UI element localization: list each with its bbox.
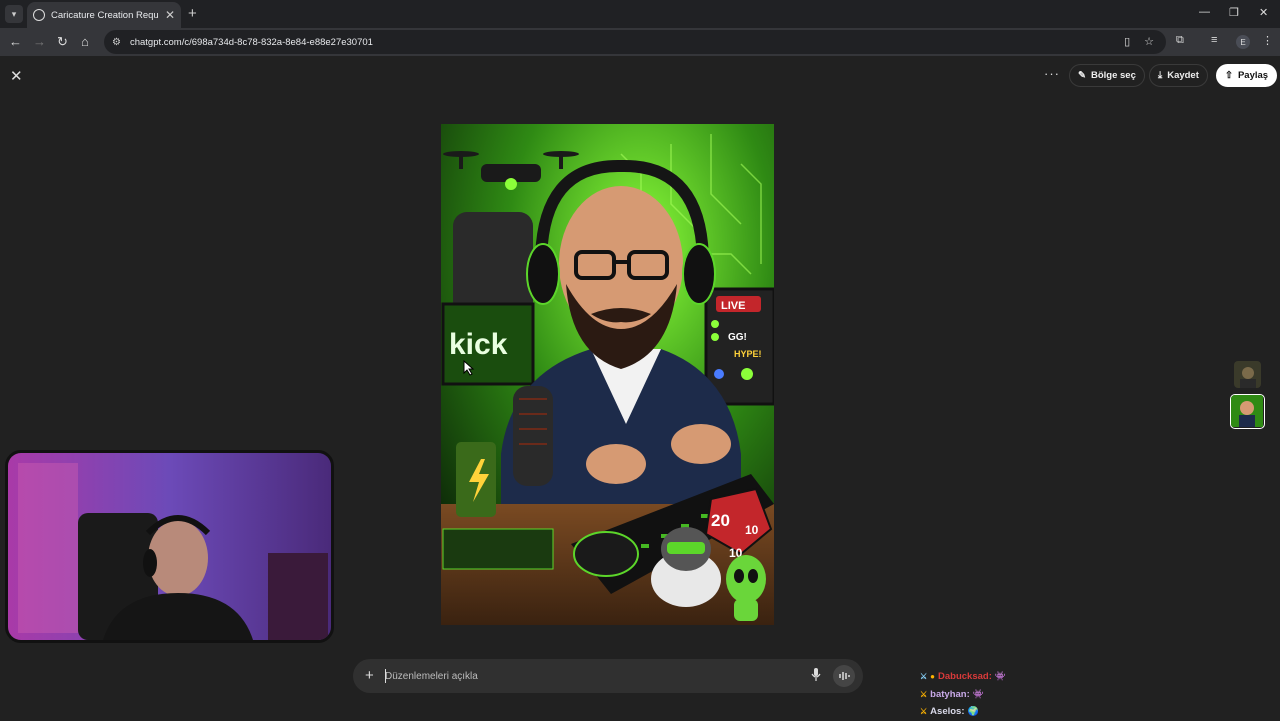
site-info-icon[interactable]: ⚙ [112, 37, 121, 48]
svg-text:GG!: GG! [728, 332, 747, 343]
tab-close-icon[interactable]: ✕ [165, 8, 175, 22]
voice-waveform-icon [839, 672, 850, 680]
add-attachment-icon[interactable]: + [365, 667, 374, 684]
svg-text:HYPE!: HYPE! [734, 349, 762, 359]
chat-username: batyhan: [930, 688, 970, 700]
svg-text:LIVE: LIVE [721, 300, 745, 312]
microphone-icon[interactable] [811, 668, 821, 687]
region-select-button[interactable]: ✎ Bölge seç [1069, 64, 1145, 87]
thumbnail-1-image [1234, 361, 1261, 388]
svg-text:20: 20 [711, 511, 730, 530]
save-button[interactable]: ⤓ Kaydet [1149, 64, 1208, 87]
brush-icon: ✎ [1078, 70, 1086, 81]
mouse-cursor-icon [463, 360, 475, 376]
thumbnail-2-active[interactable] [1230, 394, 1265, 429]
image-thumbnails [1230, 360, 1265, 434]
close-icon[interactable]: ✕ [10, 67, 23, 85]
emote-icon: 👾 [972, 688, 984, 699]
browser-tab[interactable]: Caricature Creation Request ✕ [27, 2, 181, 28]
generated-caricature-image: kick LIVE GG! HYPE! 20 10 10 [441, 124, 774, 625]
media-controls-icon[interactable]: ≡ [1211, 34, 1217, 46]
bookmark-star-icon[interactable]: ☆ [1144, 35, 1154, 48]
home-icon[interactable]: ⌂ [81, 34, 89, 49]
caricature-illustration: kick LIVE GG! HYPE! 20 10 10 [441, 124, 774, 625]
url-text: chatgpt.com/c/698a734d-8c78-832a-8e84-e8… [129, 36, 373, 48]
more-options-icon[interactable]: ··· [1044, 66, 1060, 81]
download-icon: ⤓ [1158, 70, 1163, 81]
extensions-icon[interactable]: ⧉ [1176, 34, 1184, 47]
emote-icon: 🌍 [967, 706, 979, 717]
reload-icon[interactable]: ↻ [57, 34, 68, 50]
svg-text:kick: kick [449, 328, 508, 361]
emote-icon: 👾 [994, 671, 1007, 682]
text-caret [385, 669, 386, 683]
chat-message: ⚔ batyhan: 👾 [920, 686, 1006, 704]
page-icon[interactable]: ▯ [1124, 35, 1130, 48]
sword-badge-icon: ⚔ [920, 672, 928, 682]
browser-toolbar: ← → ↻ ⌂ ⚙ chatgpt.com/c/698a734d-8c78-83… [0, 28, 1280, 56]
streamer-webcam-overlay [5, 450, 334, 643]
share-button[interactable]: ⇧ Paylaş [1216, 64, 1278, 87]
microphone-glyph [811, 668, 821, 681]
back-icon[interactable]: ← [9, 34, 22, 49]
chat-username: Aselos: [930, 706, 965, 718]
menu-kebab-icon[interactable]: ⋮ [1262, 34, 1273, 47]
tab-title: Caricature Creation Request [51, 9, 159, 21]
thumbnail-1[interactable] [1233, 360, 1262, 389]
webcam-feed-image [8, 453, 331, 640]
chat-message: ⚔ Aselos: 🌍 [920, 703, 1006, 721]
share-label: Paylaş [1237, 70, 1269, 81]
stream-chat-overlay: ⚔ ● Dabucksad: 👾 ⚔ batyhan: 👾 ⚔ Aselos: … [920, 668, 1006, 721]
region-select-label: Bölge seç [1090, 70, 1136, 81]
svg-text:10: 10 [745, 523, 759, 537]
sub-badge-icon: ● [930, 672, 936, 682]
edit-prompt-composer: + [353, 659, 863, 693]
save-label: Kaydet [1167, 70, 1199, 81]
chatgpt-favicon-icon [33, 9, 45, 21]
minimize-icon[interactable]: — [1199, 6, 1210, 18]
voice-mode-button[interactable] [833, 665, 855, 687]
address-bar[interactable]: ⚙ chatgpt.com/c/698a734d-8c78-832a-8e84-… [104, 30, 1166, 54]
window-close-icon[interactable]: ✕ [1259, 6, 1268, 19]
forward-icon[interactable]: → [33, 34, 46, 49]
chat-username: Dabucksad: [938, 671, 992, 683]
tab-search-dropdown[interactable]: ▾ [5, 5, 23, 23]
chat-message: ⚔ ● Dabucksad: 👾 [920, 668, 1006, 686]
browser-titlebar: ▾ Caricature Creation Request ✕ + — ❐ ✕ [0, 0, 1280, 28]
profile-avatar[interactable]: E [1236, 35, 1250, 49]
share-icon: ⇧ [1225, 70, 1233, 81]
thumbnail-2-image [1231, 395, 1263, 427]
new-tab-icon[interactable]: + [188, 5, 197, 22]
sword-badge-icon: ⚔ [920, 689, 928, 699]
restore-icon[interactable]: ❐ [1229, 6, 1239, 19]
sword-badge-icon: ⚔ [920, 707, 928, 717]
edit-prompt-input[interactable] [385, 666, 805, 686]
